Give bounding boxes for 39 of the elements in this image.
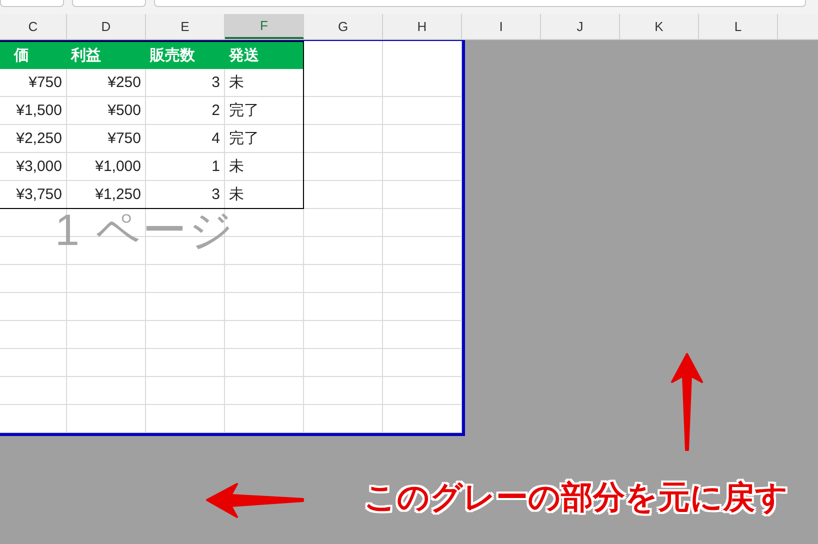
table-cell: ¥3,750	[0, 181, 67, 208]
table-cell: ¥750	[67, 125, 146, 152]
table-cell: 未	[225, 69, 304, 96]
table-cell: 完了	[225, 97, 304, 124]
table-cell: 3	[146, 69, 225, 96]
header-cell: 販売数	[146, 41, 225, 69]
column-header[interactable]: I	[462, 14, 541, 39]
left-arrow-icon	[206, 483, 304, 518]
table-cell: 3	[146, 181, 225, 208]
table-cell: ¥3,000	[0, 153, 67, 180]
column-header[interactable]: L	[699, 14, 778, 39]
header-cell: 利益	[67, 41, 146, 69]
header-cell: 発送	[225, 41, 304, 69]
table-cell: 完了	[225, 125, 304, 152]
table-cell: ¥750	[0, 69, 67, 96]
table-cell: ¥1,000	[67, 153, 146, 180]
column-header[interactable]: J	[541, 14, 620, 39]
header-cell: 価	[0, 41, 67, 69]
up-arrow-icon	[671, 353, 703, 451]
table-cell: ¥1,250	[67, 181, 146, 208]
table-cell: 2	[146, 97, 225, 124]
table-cell: 4	[146, 125, 225, 152]
annotation-caption: このグレーの部分を元に戻す	[364, 478, 788, 517]
column-header[interactable]: K	[620, 14, 699, 39]
table-cell: ¥2,250	[0, 125, 67, 152]
table-cell: ¥250	[67, 69, 146, 96]
column-header[interactable]: F	[225, 14, 304, 39]
column-header[interactable]: D	[67, 14, 146, 39]
table-cell: ¥1,500	[0, 97, 67, 124]
table-cell: 1	[146, 153, 225, 180]
page-number-label: 1 ページ	[55, 205, 236, 257]
table-cell: 未	[225, 153, 304, 180]
column-header[interactable]: C	[0, 14, 67, 39]
table-cell: ¥500	[67, 97, 146, 124]
table-cell: 未	[225, 181, 304, 208]
name-box-field[interactable]	[72, 0, 146, 7]
name-box-field[interactable]	[0, 0, 64, 7]
column-header[interactable]: H	[383, 14, 462, 39]
column-header[interactable]: G	[304, 14, 383, 39]
